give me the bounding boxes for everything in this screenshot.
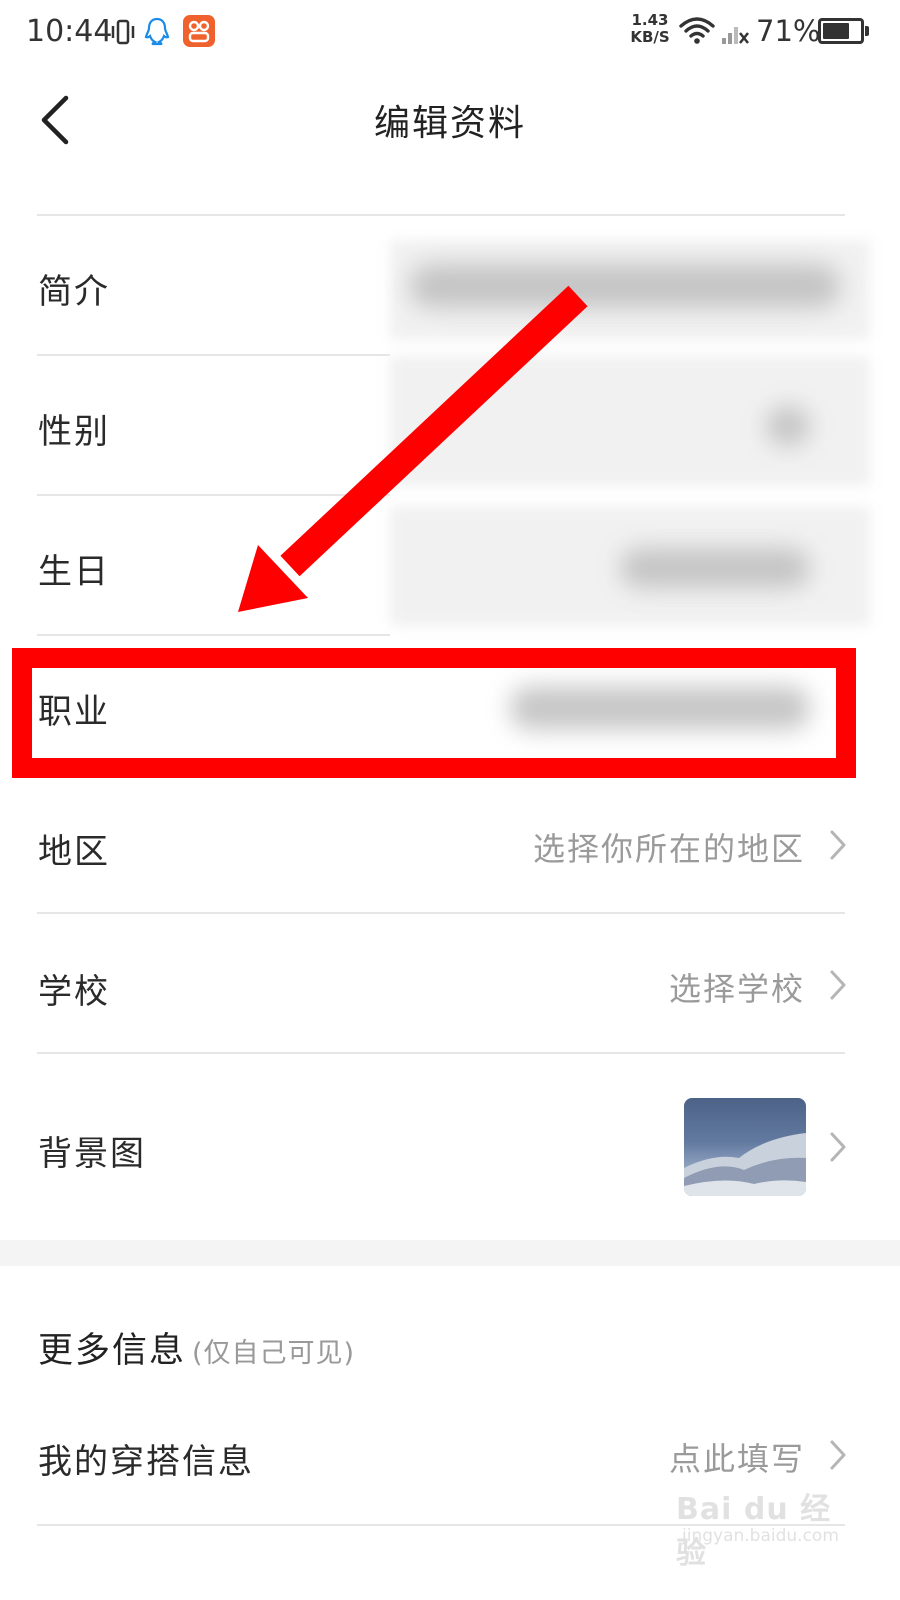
row-background-label: 背景图 bbox=[38, 1134, 146, 1174]
status-bar: 10:44 1.43 KB/S 71% bbox=[0, 0, 900, 64]
page-title: 编辑资料 bbox=[373, 103, 526, 144]
row-school-label: 学校 bbox=[38, 972, 110, 1012]
more-info-subtitle: (仅自己可见) bbox=[192, 1338, 356, 1369]
row-gender-label: 性别 bbox=[38, 412, 110, 452]
row-bio-label: 简介 bbox=[38, 272, 110, 312]
chevron-right-icon bbox=[830, 1440, 846, 1470]
wifi-icon bbox=[679, 17, 715, 44]
more-info-heading: 更多信息 (仅自己可见) bbox=[38, 1322, 355, 1373]
background-thumbnail[interactable] bbox=[684, 1098, 806, 1196]
row-gender[interactable]: 性别 bbox=[0, 356, 900, 496]
row-bio[interactable]: 简介 bbox=[0, 216, 900, 356]
row-region[interactable]: 地区 选择你所在的地区 bbox=[0, 776, 900, 916]
battery-percent: 71% bbox=[756, 14, 821, 48]
row-outfit-value: 点此填写 bbox=[668, 1440, 805, 1478]
battery-icon bbox=[818, 18, 869, 44]
chevron-right-icon bbox=[830, 1132, 846, 1162]
row-school-value: 选择学校 bbox=[668, 970, 805, 1008]
blurred-bio-value bbox=[410, 264, 840, 308]
row-region-label: 地区 bbox=[38, 832, 110, 872]
app-notification-icon bbox=[183, 15, 215, 47]
battery-level bbox=[823, 23, 849, 39]
network-speed-value: 1.43 bbox=[631, 11, 669, 29]
network-speed-unit: KB/S bbox=[630, 28, 670, 46]
header: 编辑资料 bbox=[0, 64, 900, 174]
blurred-birthday-value bbox=[620, 548, 810, 588]
status-time: 10:44 bbox=[26, 14, 113, 49]
row-birthday-label: 生日 bbox=[38, 552, 110, 592]
qq-icon bbox=[144, 17, 170, 46]
row-birthday[interactable]: 生日 bbox=[0, 496, 900, 636]
chevron-right-icon bbox=[830, 970, 846, 1000]
baidu-jingyan-watermark: Bai du 经验 jingyan.baidu.com bbox=[676, 1478, 856, 1571]
vibrate-icon bbox=[111, 19, 135, 45]
section-separator bbox=[0, 1240, 900, 1266]
more-info-title: 更多信息 bbox=[38, 1331, 187, 1371]
network-speed: 1.43 KB/S bbox=[628, 12, 672, 46]
row-school[interactable]: 学校 选择学校 bbox=[0, 914, 900, 1054]
row-region-value: 选择你所在的地区 bbox=[532, 830, 805, 868]
highlight-box bbox=[12, 648, 856, 778]
signal-icon bbox=[722, 27, 749, 44]
watermark-url: jingyan.baidu.com bbox=[682, 1526, 839, 1546]
blurred-gender-value bbox=[766, 406, 810, 446]
row-outfit-label: 我的穿搭信息 bbox=[38, 1442, 254, 1482]
chevron-right-icon bbox=[830, 830, 846, 860]
